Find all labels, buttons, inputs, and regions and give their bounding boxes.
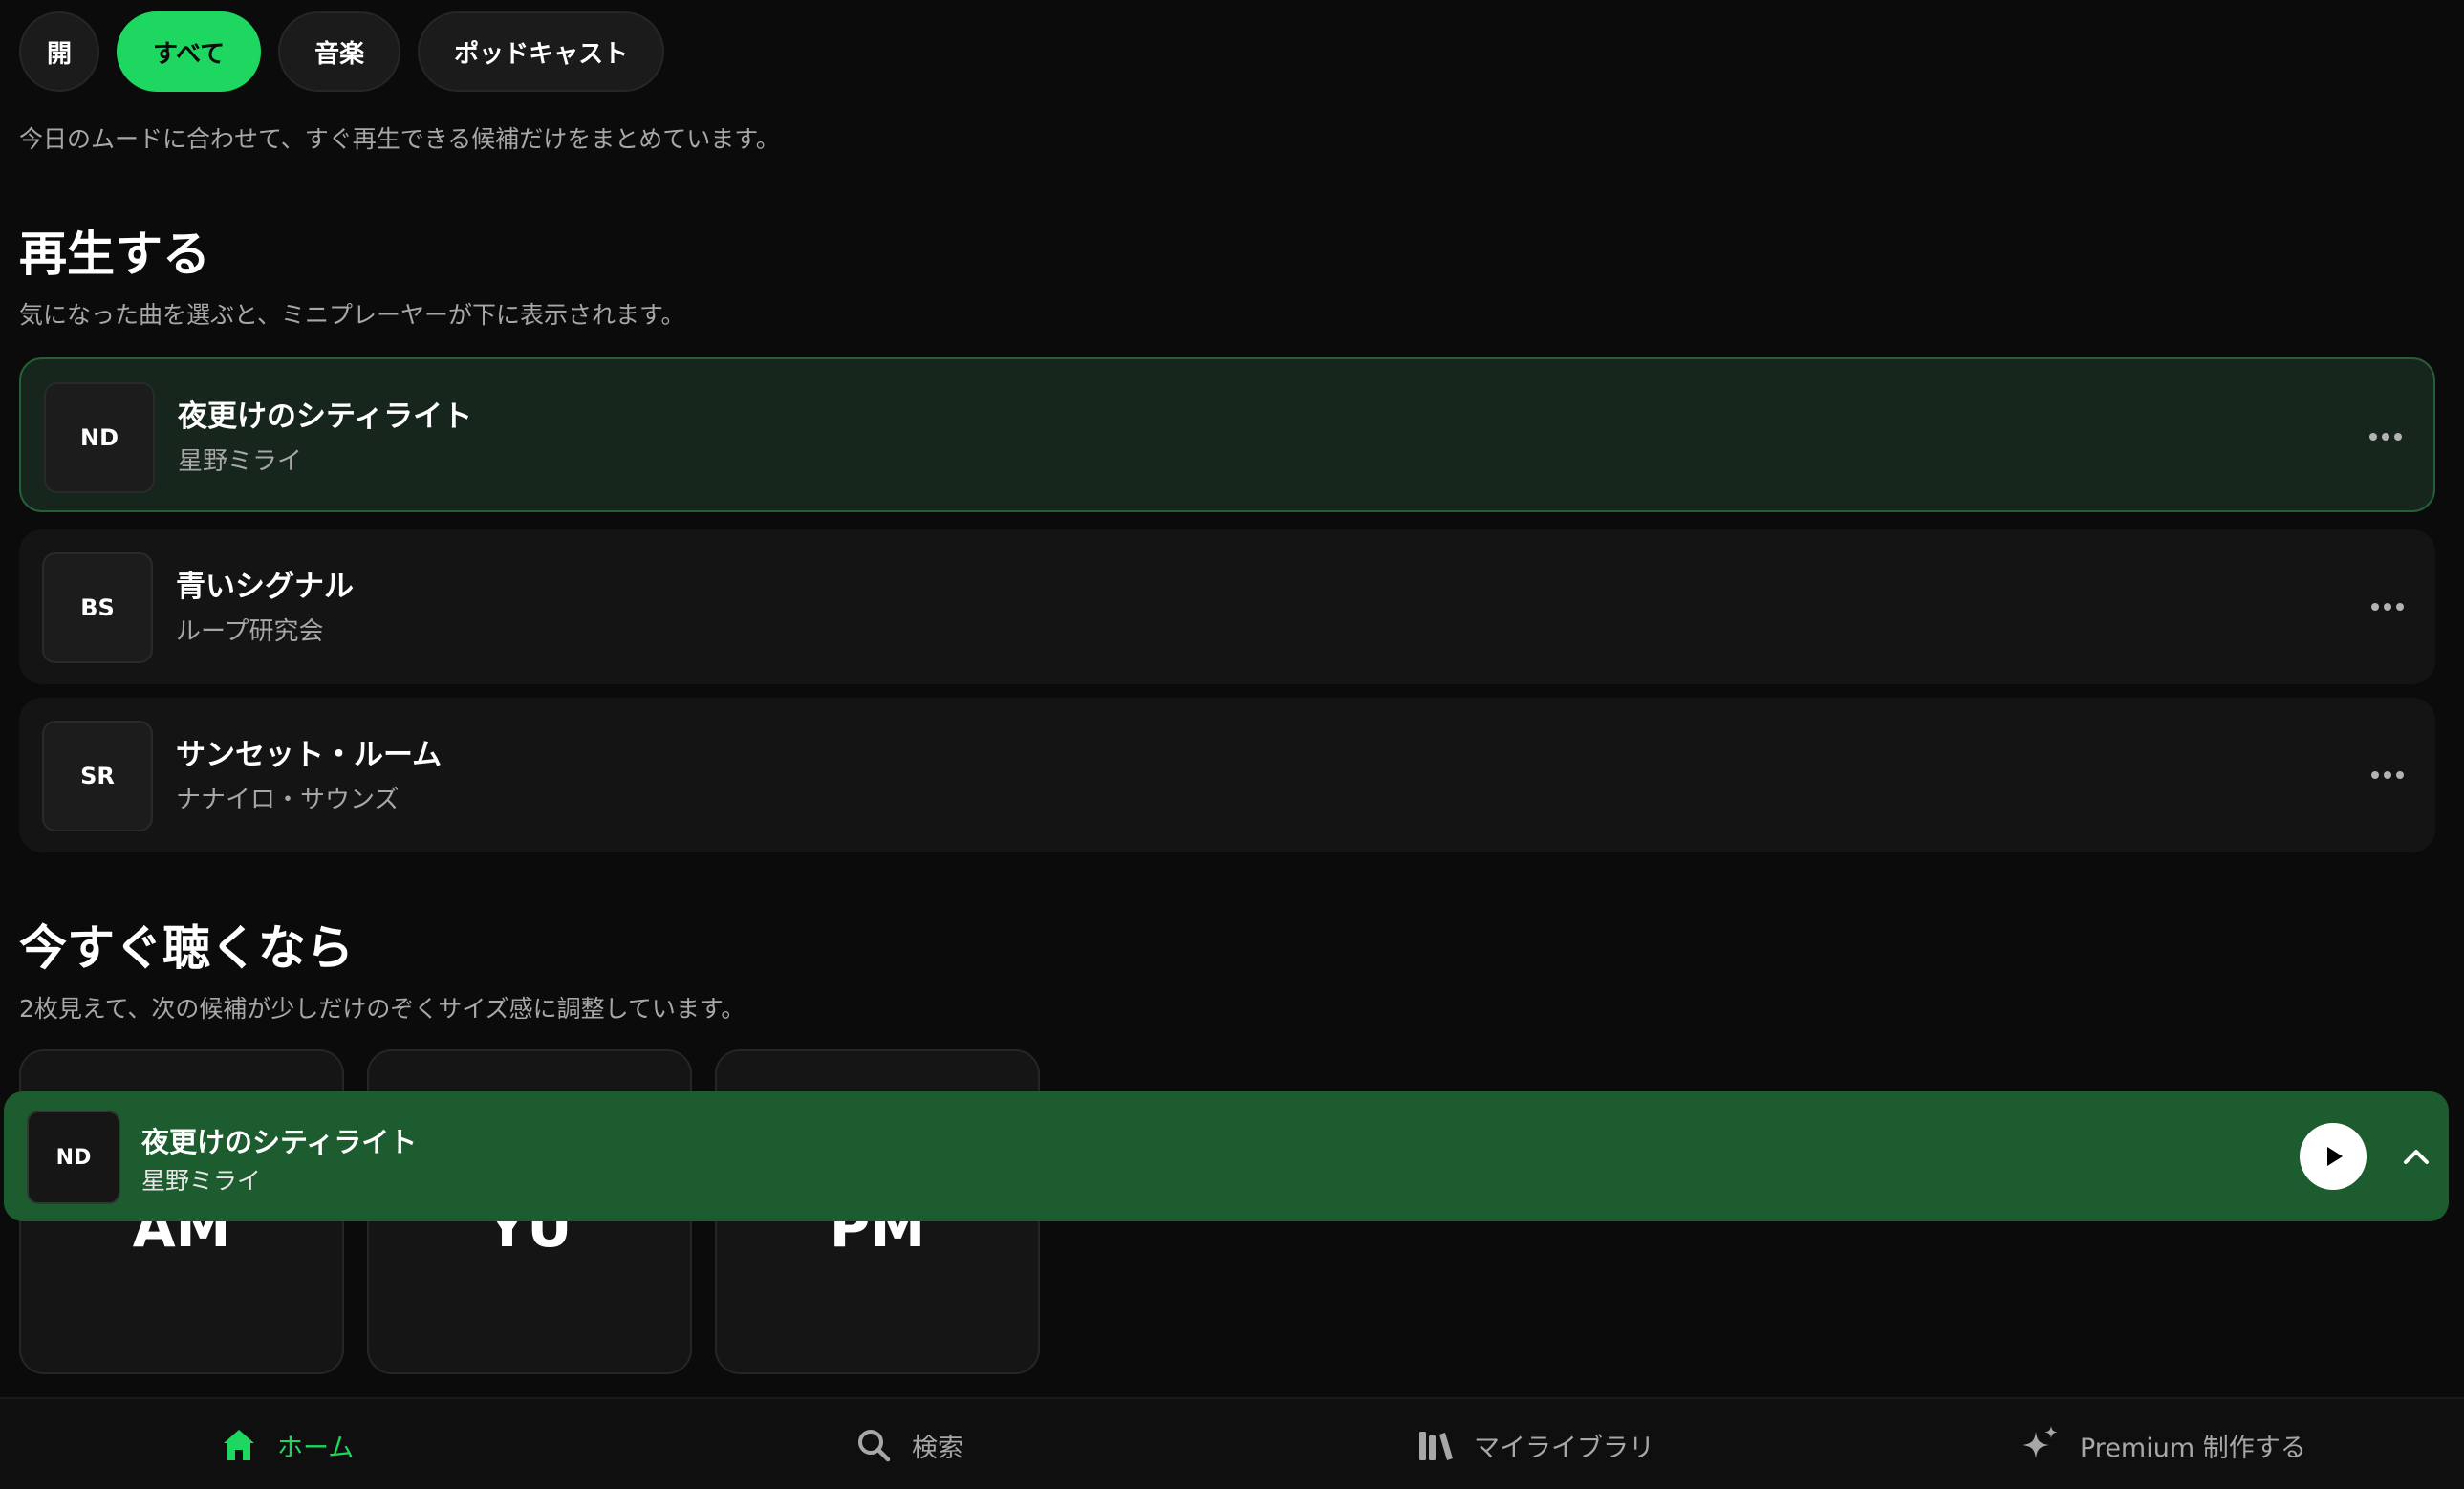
sparkle-icon — [2022, 1426, 2058, 1458]
track-title: サンセット・ルーム — [176, 738, 443, 772]
filter-chip-all[interactable]: すべて — [117, 11, 262, 92]
search-icon — [858, 1430, 891, 1462]
track-thumbnail: ND — [44, 382, 155, 493]
play-section-subtitle: 気になった曲を選ぶと、ミニプレーヤーが下に表示されます。 — [19, 301, 685, 329]
expand-player-button[interactable] — [2391, 1132, 2441, 1181]
nav-item-library[interactable]: マイライブラリ — [1416, 1399, 1654, 1489]
play-button[interactable] — [2300, 1123, 2367, 1190]
track-title: 青いシグナル — [176, 570, 354, 604]
track-row[interactable]: SR サンセット・ルーム ナナイロ・サウンズ — [19, 698, 2435, 852]
chevron-up-icon — [2404, 1150, 2429, 1164]
nav-label: Premium 制作する — [2080, 1433, 2306, 1463]
track-title: 夜更けのシティライト — [178, 399, 473, 434]
track-row[interactable]: ND 夜更けのシティライト 星野ミライ — [19, 357, 2435, 512]
track-artist: ループ研究会 — [176, 617, 324, 646]
nav-label: マイライブラリ — [1474, 1433, 1654, 1463]
home-screen: 開 すべて 音楽 ポッドキャスト 今日のムードに合わせて、すぐ再生できる候補だけ… — [0, 0, 2464, 1489]
track-artist: 星野ミライ — [178, 447, 303, 476]
nav-label: ホーム — [277, 1433, 355, 1463]
filter-chips: 開 すべて 音楽 ポッドキャスト — [19, 11, 665, 92]
play-section-title: 再生する — [19, 227, 210, 282]
filter-chip-podcast[interactable]: ポッドキャスト — [418, 11, 665, 92]
nav-item-search[interactable]: 検索 — [854, 1399, 963, 1489]
more-options-icon[interactable] — [2365, 584, 2410, 630]
mini-player-artist: 星野ミライ — [141, 1167, 262, 1195]
mini-player[interactable]: ND 夜更けのシティライト 星野ミライ — [4, 1091, 2449, 1221]
track-thumbnail: SR — [42, 721, 153, 831]
track-artist: ナナイロ・サウンズ — [176, 786, 400, 814]
nav-item-home[interactable]: ホーム — [220, 1399, 354, 1489]
track-row[interactable]: BS 青いシグナル ループ研究会 — [19, 529, 2435, 684]
library-icon — [1419, 1432, 1453, 1460]
filter-chip-open[interactable]: 開 — [19, 11, 99, 92]
home-icon — [224, 1430, 254, 1460]
mini-player-title: 夜更けのシティライト — [141, 1126, 418, 1158]
mini-player-thumbnail: ND — [27, 1111, 120, 1204]
track-thumbnail: BS — [42, 552, 153, 663]
intro-text: 今日のムードに合わせて、すぐ再生できる候補だけをまとめています。 — [19, 125, 780, 153]
listen-section-subtitle: 2枚見えて、次の候補が少しだけのぞくサイズ感に調整しています。 — [19, 995, 746, 1023]
listen-section-title: 今すぐ聴くなら — [19, 920, 354, 976]
more-options-icon[interactable] — [2363, 414, 2409, 460]
nav-item-premium[interactable]: Premium 制作する — [2019, 1399, 2306, 1489]
nav-label: 検索 — [912, 1433, 963, 1463]
more-options-icon[interactable] — [2365, 752, 2410, 798]
play-icon — [2327, 1147, 2343, 1166]
filter-chip-music[interactable]: 音楽 — [278, 11, 401, 92]
bottom-nav: ホーム 検索 マイライブラリ Premium 制作する — [0, 1397, 2464, 1489]
